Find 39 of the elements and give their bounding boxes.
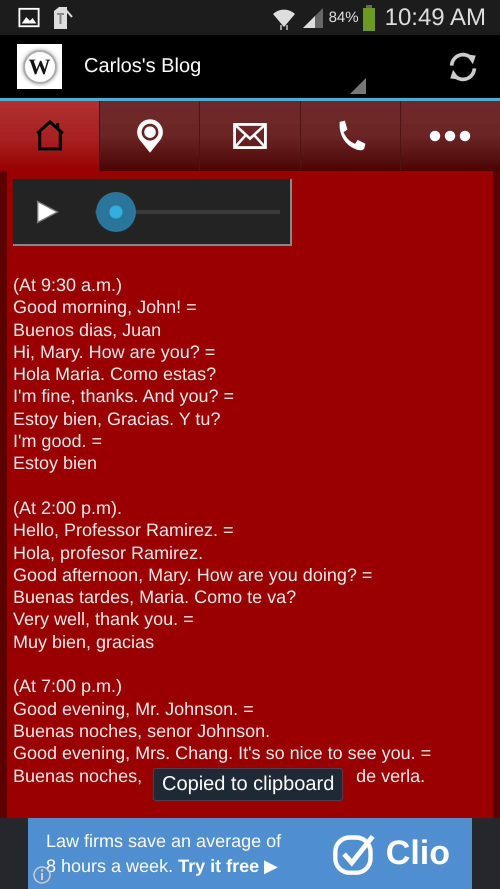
text-line: de verla. xyxy=(356,764,426,787)
text-line: Muy bien, gracias xyxy=(13,630,156,654)
text-line: Hola, profesor Ramirez. xyxy=(13,542,204,564)
text-line: Good evening, Mrs. Chang. It's so nice to see you. = xyxy=(13,742,432,765)
text-line: Good evening, Mr. Johnson. = xyxy=(13,698,255,720)
dropdown-corner-icon[interactable] xyxy=(350,78,366,94)
text-line: Buenas noches, xyxy=(13,764,142,787)
text-line: Estoy bien, Gracias. Y tu? xyxy=(13,408,222,430)
seek-thumb[interactable] xyxy=(96,192,136,232)
tab[interactable] xyxy=(199,101,300,171)
text-line: Hi, Mary. How are you? = xyxy=(13,340,216,364)
text-line: (At 2:00 p.m). xyxy=(13,496,124,520)
battery-percent: 84% xyxy=(328,9,359,26)
text-line: Hola Maria. Como estas? xyxy=(13,363,218,386)
brand-name: Clio xyxy=(386,834,450,873)
more-icon xyxy=(428,130,472,142)
text-line: (At 7:00 p.m.) xyxy=(13,675,124,698)
text-line: Good afternoon, Mary. How are you doing? = xyxy=(13,564,374,586)
tab[interactable] xyxy=(300,101,400,171)
text-line: I'm fine, thanks. And you? = xyxy=(13,385,236,408)
clock: 10:49 AM xyxy=(384,4,486,32)
toast-message: Copied to clipboard xyxy=(153,768,344,801)
text-line: Buenas noches, senor Johnson. xyxy=(13,720,272,742)
signal-icon xyxy=(300,6,325,30)
text-line: Very well, thank you. = xyxy=(13,608,195,631)
gallery-icon xyxy=(17,6,41,28)
tab[interactable] xyxy=(99,101,200,171)
text-line: Buenos dias, Juan xyxy=(13,318,162,341)
tab[interactable] xyxy=(400,101,500,171)
text-line: Hello, Professor Ramirez. = xyxy=(13,519,235,542)
text-line: (At 9:30 a.m.) xyxy=(13,274,124,296)
app-logo: W xyxy=(17,44,62,89)
sim-card-icon xyxy=(51,4,75,30)
text-line: Buenas tardes, Maria. Como te va? xyxy=(13,586,298,608)
text-line: I'm good. = xyxy=(13,430,103,452)
battery-icon xyxy=(362,4,375,30)
app-title[interactable]: Carlos's Blog xyxy=(84,55,202,78)
text-line: Estoy bien xyxy=(13,452,98,475)
text-line: Good morning, John! = xyxy=(13,296,198,319)
